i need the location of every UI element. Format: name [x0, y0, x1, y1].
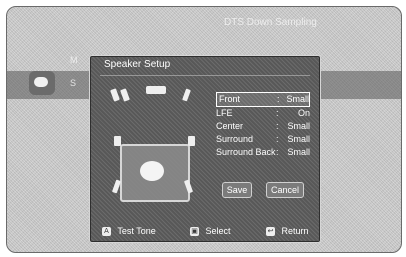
speaker-settings-list: Front : Small LFE : On Center : Small Su…: [216, 92, 310, 159]
tv-screen: DTS Down Sampling M S Speaker Setup Fron…: [6, 6, 402, 253]
test-tone-key-icon: A: [102, 227, 111, 237]
cancel-button[interactable]: Cancel: [266, 182, 304, 198]
speaker-setup-dialog: Speaker Setup Front : Small LFE : On Cen…: [89, 55, 321, 243]
bg-menu-letter-1: M: [70, 55, 78, 65]
front-left-speaker-icon: [110, 88, 120, 102]
setting-row-front[interactable]: Front : Small: [216, 92, 310, 107]
setting-label: Surround Back: [216, 147, 276, 157]
audio-menu-icon: [29, 71, 55, 95]
setting-label: Front: [219, 94, 241, 104]
dialog-footer: A Test Tone ▣ Select ↩ Return: [98, 224, 312, 240]
setting-value: Small: [286, 94, 309, 104]
select-hint[interactable]: ▣ Select: [190, 226, 231, 237]
setting-colon: :: [276, 121, 279, 131]
save-button[interactable]: Save: [222, 182, 252, 198]
select-label: Select: [205, 226, 231, 236]
front-right-speaker-icon: [182, 88, 191, 102]
setting-row-lfe[interactable]: LFE : On: [216, 107, 310, 120]
enter-key-icon: ▣: [190, 227, 199, 237]
setting-label: Surround: [216, 134, 254, 144]
dialog-title: Speaker Setup: [104, 59, 171, 70]
setting-value: Small: [287, 147, 310, 157]
test-tone-label: Test Tone: [117, 226, 156, 236]
bg-menu-text: DTS Down Sampling: [224, 17, 317, 28]
return-label: Return: [281, 226, 309, 236]
return-key-icon: ↩: [266, 227, 275, 237]
setting-value: Small: [287, 121, 310, 131]
setting-row-center[interactable]: Center : Small: [216, 120, 310, 133]
setting-colon: :: [276, 108, 279, 118]
title-separator: [100, 75, 310, 76]
setting-row-surround-back[interactable]: Surround Back : Small: [216, 146, 310, 159]
setting-colon: :: [277, 94, 280, 104]
return-hint[interactable]: ↩ Return: [266, 226, 309, 237]
setting-row-surround[interactable]: Surround : Small: [216, 133, 310, 146]
test-tone-hint[interactable]: A Test Tone: [102, 226, 156, 237]
center-speaker-icon: [146, 86, 166, 94]
setting-colon: :: [276, 147, 279, 157]
listener-icon: [140, 161, 164, 181]
setting-value: On: [297, 108, 310, 118]
setting-label: Center: [216, 121, 244, 131]
front-left-speaker-icon: [120, 88, 130, 102]
setting-colon: :: [276, 134, 279, 144]
setting-value: Small: [287, 134, 310, 144]
bg-menu-letter-2: S: [70, 78, 77, 88]
setting-label: LFE: [216, 108, 233, 118]
